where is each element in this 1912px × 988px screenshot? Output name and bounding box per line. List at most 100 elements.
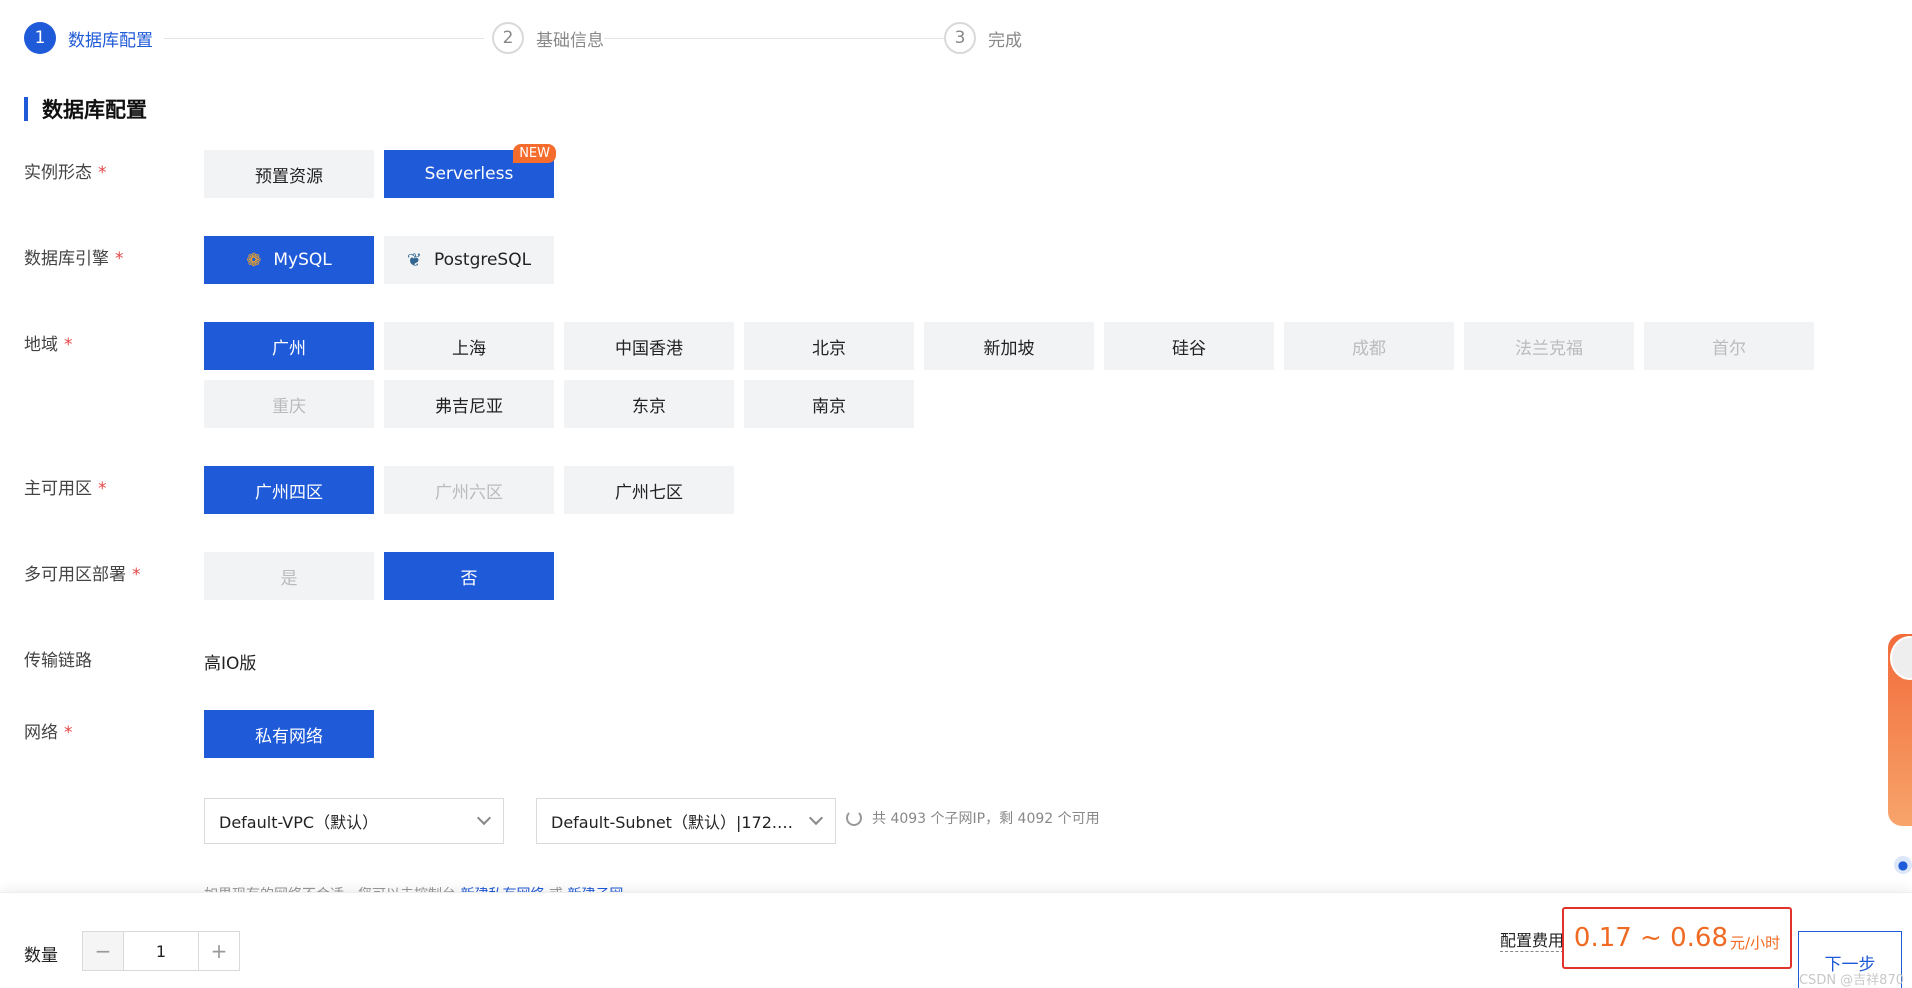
region-option-label: 中国香港 xyxy=(615,338,683,359)
engine-label: 数据库引擎 * xyxy=(24,244,124,269)
new-badge: NEW xyxy=(513,144,556,163)
subnet-info: 共 4093 个子网IP，剩 4092 个可用 xyxy=(846,808,1100,828)
required-mark: * xyxy=(115,249,124,269)
region-option-tokyo[interactable]: 东京 xyxy=(564,380,734,428)
required-mark: * xyxy=(64,723,73,743)
engine-option-postgresql[interactable]: ❦ PostgreSQL xyxy=(384,236,554,284)
required-mark: * xyxy=(132,565,141,585)
subnet-info-text: 共 4093 个子网IP，剩 4092 个可用 xyxy=(872,811,1100,827)
subnet-select-value: Default-Subnet（默认）|172.1... xyxy=(551,813,801,832)
region-option-chengdu: 成都 xyxy=(1284,322,1454,370)
region-option-siliconvalley[interactable]: 硅谷 xyxy=(1104,322,1274,370)
zone-option-label: 广州六区 xyxy=(435,482,503,503)
step-1: 1 数据库配置 xyxy=(24,22,153,54)
instance-form-label: 实例形态 * xyxy=(24,158,107,183)
fee-label[interactable]: 配置费用 xyxy=(1500,927,1565,952)
multi-az-label-text: 多可用区部署 xyxy=(24,565,126,585)
zone-option-gz7[interactable]: 广州七区 xyxy=(564,466,734,514)
engine-option-mysql-label: MySQL xyxy=(273,250,332,270)
region-option-seoul: 首尔 xyxy=(1644,322,1814,370)
zone-label: 主可用区 * xyxy=(24,474,107,499)
quantity-input[interactable]: 1 xyxy=(123,932,199,970)
quantity-minus-button[interactable]: − xyxy=(83,932,123,970)
step-2: 2 基础信息 xyxy=(492,22,604,54)
region-option-shanghai[interactable]: 上海 xyxy=(384,322,554,370)
step-2-label: 基础信息 xyxy=(536,30,604,51)
link-value: 高IO版 xyxy=(204,654,257,674)
region-option-label: 南京 xyxy=(812,396,846,417)
engine-label-text: 数据库引擎 xyxy=(24,249,109,269)
mysql-dolphin-icon: ❁ xyxy=(246,249,262,271)
assistant-icon[interactable]: ● xyxy=(1894,856,1912,874)
quantity-plus-button[interactable]: + xyxy=(199,932,239,970)
section-header: 数据库配置 xyxy=(24,96,147,122)
zone-option-label: 广州七区 xyxy=(615,482,683,503)
vpc-select[interactable]: Default-VPC（默认） xyxy=(204,798,504,844)
engine-option-mysql[interactable]: ❁ MySQL xyxy=(204,236,374,284)
region-option-label: 广州 xyxy=(272,338,306,359)
region-option-label: 首尔 xyxy=(1712,338,1746,359)
step-1-label: 数据库配置 xyxy=(68,30,153,51)
region-option-label: 上海 xyxy=(452,338,486,359)
region-option-singapore[interactable]: 新加坡 xyxy=(924,322,1094,370)
region-option-hongkong[interactable]: 中国香港 xyxy=(564,322,734,370)
multi-az-option-no[interactable]: 否 xyxy=(384,552,554,600)
chevron-down-icon xyxy=(476,810,492,826)
stepper-progress: 1 数据库配置 2 基础信息 3 完成 xyxy=(24,22,1024,56)
network-option-label: 私有网络 xyxy=(255,726,323,747)
multi-az-option-label: 是 xyxy=(280,568,298,589)
zone-option-gz6: 广州六区 xyxy=(384,466,554,514)
instance-form-label-text: 实例形态 xyxy=(24,163,92,183)
zone-option-label: 广州四区 xyxy=(255,482,323,503)
link-label: 传输链路 xyxy=(24,646,92,671)
quantity-label: 数量 xyxy=(24,946,58,966)
region-option-label: 重庆 xyxy=(272,396,306,417)
instance-option-provisioned-label: 预置资源 xyxy=(255,166,323,187)
region-option-chongqing: 重庆 xyxy=(204,380,374,428)
region-option-virginia[interactable]: 弗吉尼亚 xyxy=(384,380,554,428)
step-connector-2 xyxy=(604,38,954,39)
section-accent-bar xyxy=(24,97,28,121)
required-mark: * xyxy=(98,479,107,499)
region-option-frankfurt: 法兰克福 xyxy=(1464,322,1634,370)
vpc-select-value: Default-VPC（默认） xyxy=(219,813,379,832)
subnet-select[interactable]: Default-Subnet（默认）|172.1... xyxy=(536,798,836,844)
step-3-number: 3 xyxy=(944,22,976,54)
chevron-down-icon xyxy=(808,810,824,826)
zone-label-text: 主可用区 xyxy=(24,479,92,499)
multi-az-option-yes: 是 xyxy=(204,552,374,600)
region-option-label: 弗吉尼亚 xyxy=(435,396,503,417)
step-3: 3 完成 xyxy=(944,22,1022,54)
region-option-label: 法兰克福 xyxy=(1515,338,1583,359)
engine-option-postgresql-label: PostgreSQL xyxy=(434,250,532,270)
zone-option-gz4[interactable]: 广州四区 xyxy=(204,466,374,514)
fee-value: 0.17 ~ 0.68 xyxy=(1573,923,1729,953)
postgresql-elephant-icon: ❦ xyxy=(406,249,422,271)
step-2-number: 2 xyxy=(492,22,524,54)
instance-option-provisioned[interactable]: 预置资源 xyxy=(204,150,374,198)
link-label-text: 传输链路 xyxy=(24,651,92,671)
step-3-label: 完成 xyxy=(988,30,1022,51)
step-connector-1 xyxy=(164,38,484,39)
required-mark: * xyxy=(98,163,107,183)
region-option-label: 成都 xyxy=(1352,338,1386,359)
network-option-vpc[interactable]: 私有网络 xyxy=(204,710,374,758)
region-option-label: 新加坡 xyxy=(983,338,1035,359)
instance-option-serverless-label: Serverless xyxy=(424,164,514,184)
fee-highlight-box: 0.17 ~ 0.68 元/小时 xyxy=(1562,907,1792,969)
region-option-beijing[interactable]: 北京 xyxy=(744,322,914,370)
network-label: 网络 * xyxy=(24,718,73,743)
instance-option-serverless[interactable]: Serverless NEW xyxy=(384,144,556,198)
step-1-number: 1 xyxy=(24,22,56,54)
region-option-label: 东京 xyxy=(632,396,666,417)
footer-bar: 数量 − 1 + 配置费用 0.17 ~ 0.68 元/小时 下一步 CSDN … xyxy=(0,892,1912,988)
region-option-guangzhou[interactable]: 广州 xyxy=(204,322,374,370)
quantity-stepper: − 1 + xyxy=(82,931,240,971)
region-option-nanjing[interactable]: 南京 xyxy=(744,380,914,428)
multi-az-label: 多可用区部署 * xyxy=(24,560,141,585)
region-label: 地域 * xyxy=(24,330,73,355)
refresh-icon[interactable] xyxy=(846,810,862,826)
network-label-text: 网络 xyxy=(24,723,58,743)
fee-unit: 元/小时 xyxy=(1730,933,1781,952)
required-mark: * xyxy=(64,335,73,355)
